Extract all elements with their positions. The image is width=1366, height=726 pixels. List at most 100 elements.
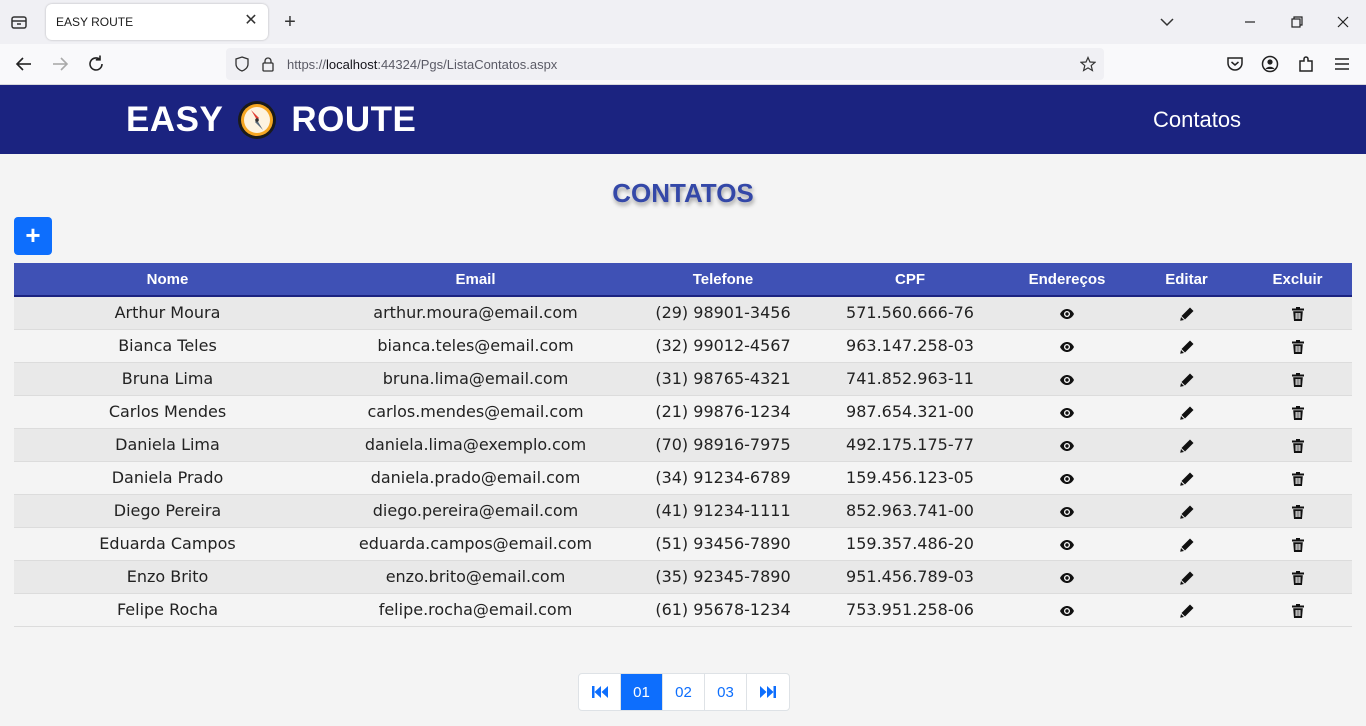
view-addresses-button[interactable] (1004, 395, 1130, 429)
eye-icon (1060, 473, 1074, 484)
forward-arrow-icon[interactable] (49, 53, 71, 75)
delete-button[interactable] (1243, 527, 1352, 561)
pencil-icon (1179, 307, 1193, 321)
cell-email: daniela.lima@exemplo.com (321, 428, 630, 462)
pencil-icon (1179, 538, 1193, 552)
menu-icon[interactable] (1331, 53, 1353, 75)
new-tab-icon[interactable]: + (280, 12, 300, 32)
tab-title: EASY ROUTE (56, 15, 134, 29)
back-arrow-icon[interactable] (13, 53, 35, 75)
reload-icon[interactable] (85, 53, 107, 75)
trash-icon (1291, 372, 1304, 387)
pencil-icon (1179, 340, 1193, 354)
edit-button[interactable] (1130, 461, 1243, 495)
column-header-enderecos: Endereços (1004, 263, 1130, 297)
edit-button[interactable] (1130, 296, 1243, 330)
edit-button[interactable] (1130, 560, 1243, 594)
view-addresses-button[interactable] (1004, 362, 1130, 396)
close-tab-icon[interactable]: ✕ (243, 13, 259, 29)
pencil-icon (1179, 571, 1193, 585)
cell-telefone: (32) 99012-4567 (630, 329, 816, 363)
cell-nome: Arthur Moura (14, 296, 321, 330)
table-row: Enzo Brito enzo.brito@email.com (35) 92345… (14, 560, 1352, 594)
url-text: https://localhost:44324/Pgs/ListaContato… (287, 57, 558, 72)
edit-button[interactable] (1130, 428, 1243, 462)
shield-icon[interactable] (234, 56, 250, 72)
minimize-icon[interactable] (1240, 12, 1260, 32)
cell-nome: Felipe Rocha (14, 593, 321, 627)
edit-button[interactable] (1130, 494, 1243, 528)
edit-button[interactable] (1130, 329, 1243, 363)
contacts-table: Nome Email Telefone CPF Endereços Editar… (14, 263, 1352, 627)
view-addresses-button[interactable] (1004, 428, 1130, 462)
trash-icon (1291, 504, 1304, 519)
cell-cpf: 963.147.258-03 (816, 329, 1004, 363)
browser-tab[interactable]: EASY ROUTE ✕ (46, 4, 268, 40)
view-addresses-button[interactable] (1004, 527, 1130, 561)
view-addresses-button[interactable] (1004, 593, 1130, 627)
pencil-icon (1179, 505, 1193, 519)
close-window-icon[interactable] (1333, 12, 1353, 32)
brand-logo[interactable]: EASY ROUTE (126, 99, 416, 141)
pencil-icon (1179, 439, 1193, 453)
delete-button[interactable] (1243, 329, 1352, 363)
delete-button[interactable] (1243, 593, 1352, 627)
column-header-excluir: Excluir (1243, 263, 1352, 297)
delete-button[interactable] (1243, 494, 1352, 528)
cell-telefone: (21) 99876-1234 (630, 395, 816, 429)
restore-icon[interactable] (1287, 12, 1307, 32)
table-row: Arthur Moura arthur.moura@email.com (29) 9… (14, 296, 1352, 330)
page-button-03[interactable]: 03 (705, 674, 747, 710)
view-addresses-button[interactable] (1004, 296, 1130, 330)
bookmark-star-icon[interactable] (1080, 56, 1096, 72)
lock-icon[interactable] (260, 56, 276, 72)
cell-cpf: 753.951.258-06 (816, 593, 1004, 627)
column-header-cpf: CPF (816, 263, 1004, 297)
first-page-button[interactable] (579, 674, 621, 710)
edit-button[interactable] (1130, 362, 1243, 396)
table-row: Bruna Lima bruna.lima@email.com (31) 98765… (14, 362, 1352, 396)
edit-button[interactable] (1130, 593, 1243, 627)
cell-cpf: 159.357.486-20 (816, 527, 1004, 561)
cell-nome: Bruna Lima (14, 362, 321, 396)
view-addresses-button[interactable] (1004, 560, 1130, 594)
add-contact-button[interactable]: + (14, 217, 52, 255)
view-addresses-button[interactable] (1004, 494, 1130, 528)
extensions-icon[interactable] (1295, 53, 1317, 75)
delete-button[interactable] (1243, 461, 1352, 495)
table-row: Carlos Mendes carlos.mendes@email.com (21)… (14, 395, 1352, 429)
brand-text-left: EASY (126, 100, 224, 139)
brand-text-right: ROUTE (291, 100, 417, 139)
view-addresses-button[interactable] (1004, 329, 1130, 363)
page-button-02[interactable]: 02 (663, 674, 705, 710)
tab-list-icon[interactable] (10, 13, 28, 31)
pencil-icon (1179, 406, 1193, 420)
table-header-row: Nome Email Telefone CPF Endereços Editar… (14, 263, 1352, 297)
view-addresses-button[interactable] (1004, 461, 1130, 495)
edit-button[interactable] (1130, 395, 1243, 429)
address-bar[interactable]: https://localhost:44324/Pgs/ListaContato… (226, 48, 1104, 80)
eye-icon (1060, 374, 1074, 385)
cell-telefone: (29) 98901-3456 (630, 296, 816, 330)
delete-button[interactable] (1243, 362, 1352, 396)
last-page-button[interactable] (747, 674, 789, 710)
nav-link-contatos[interactable]: Contatos (1153, 107, 1241, 133)
trash-icon (1291, 603, 1304, 618)
account-icon[interactable] (1259, 53, 1281, 75)
cell-email: bianca.teles@email.com (321, 329, 630, 363)
chevron-down-icon[interactable] (1158, 13, 1176, 31)
trash-icon (1291, 405, 1304, 420)
cell-nome: Enzo Brito (14, 560, 321, 594)
cell-email: felipe.rocha@email.com (321, 593, 630, 627)
pocket-icon[interactable] (1224, 53, 1246, 75)
last-page-icon (760, 686, 776, 698)
delete-button[interactable] (1243, 428, 1352, 462)
column-header-telefone: Telefone (630, 263, 816, 297)
eye-icon (1060, 506, 1074, 517)
delete-button[interactable] (1243, 395, 1352, 429)
delete-button[interactable] (1243, 560, 1352, 594)
page-button-01[interactable]: 01 (621, 674, 663, 710)
delete-button[interactable] (1243, 296, 1352, 330)
cell-telefone: (41) 91234-1111 (630, 494, 816, 528)
edit-button[interactable] (1130, 527, 1243, 561)
